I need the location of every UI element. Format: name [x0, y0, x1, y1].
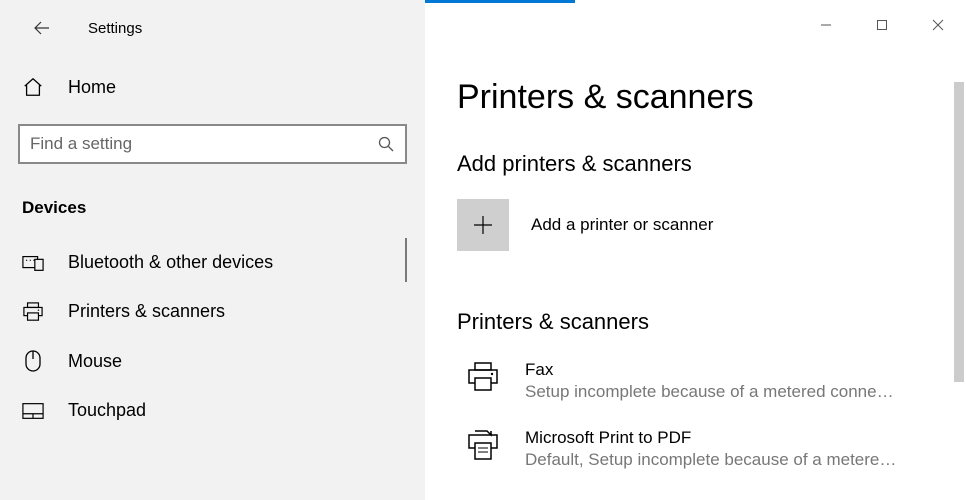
add-tile	[457, 199, 509, 251]
printer-name: Microsoft Print to PDF	[525, 427, 896, 449]
accent-strip	[425, 0, 575, 3]
sidebar-item-label: Bluetooth & other devices	[68, 252, 273, 273]
sidebar-item-label: Home	[68, 77, 116, 98]
scrollbar[interactable]	[954, 82, 964, 500]
sidebar-item-touchpad[interactable]: Touchpad	[18, 386, 407, 435]
maximize-icon	[876, 19, 888, 31]
printer-icon	[463, 359, 503, 393]
page-title: Printers & scanners	[457, 78, 926, 117]
minimize-button[interactable]	[798, 8, 854, 42]
close-button[interactable]	[910, 8, 966, 42]
mouse-icon	[22, 350, 44, 372]
arrow-left-icon	[34, 20, 50, 36]
add-section-title: Add printers & scanners	[457, 151, 926, 177]
printer-text: Fax Setup incomplete because of a metere…	[525, 359, 894, 403]
sidebar-body: Home Devices Bluetooth & other devices	[0, 66, 425, 435]
sidebar-item-label: Mouse	[68, 351, 122, 372]
back-button[interactable]	[32, 18, 52, 38]
search-input[interactable]	[30, 134, 377, 154]
printer-item[interactable]: Fax Setup incomplete because of a metere…	[457, 351, 926, 419]
touchpad-icon	[22, 402, 44, 420]
sidebar-item-label: Touchpad	[68, 400, 146, 421]
sidebar-nav: Bluetooth & other devices Printers & sca…	[18, 238, 407, 435]
minimize-icon	[820, 19, 832, 31]
sidebar-item-mouse[interactable]: Mouse	[18, 336, 407, 386]
scrollbar-thumb[interactable]	[954, 82, 964, 382]
sidebar-item-home[interactable]: Home	[18, 66, 407, 124]
main-body: Printers & scanners Add printers & scann…	[425, 0, 966, 487]
plus-icon	[472, 214, 494, 236]
printer-pdf-icon	[463, 427, 503, 461]
search-box[interactable]	[18, 124, 407, 164]
close-icon	[932, 19, 944, 31]
sidebar-section-header: Devices	[18, 198, 407, 238]
maximize-button[interactable]	[854, 8, 910, 42]
printer-item[interactable]: Microsoft Print to PDF Default, Setup in…	[457, 419, 926, 487]
sidebar-item-printers[interactable]: Printers & scanners	[18, 287, 407, 336]
printer-status: Setup incomplete because of a metered co…	[525, 381, 894, 403]
devices-icon	[22, 254, 44, 272]
sidebar: Settings Home Devices Bluetooth & other …	[0, 0, 425, 500]
window-controls	[798, 8, 966, 42]
printer-status: Default, Setup incomplete because of a m…	[525, 449, 896, 471]
list-section-title: Printers & scanners	[457, 309, 926, 335]
printer-name: Fax	[525, 359, 894, 381]
add-label: Add a printer or scanner	[531, 215, 713, 235]
sidebar-item-bluetooth[interactable]: Bluetooth & other devices	[18, 238, 407, 287]
sidebar-item-label: Printers & scanners	[68, 301, 225, 322]
printer-text: Microsoft Print to PDF Default, Setup in…	[525, 427, 896, 471]
titlebar: Settings	[0, 0, 425, 66]
printer-icon	[22, 302, 44, 322]
search-icon	[377, 135, 395, 153]
add-printer-row[interactable]: Add a printer or scanner	[457, 199, 926, 251]
app-title: Settings	[88, 20, 142, 37]
home-icon	[22, 76, 44, 98]
main-panel: Printers & scanners Add printers & scann…	[425, 0, 966, 500]
